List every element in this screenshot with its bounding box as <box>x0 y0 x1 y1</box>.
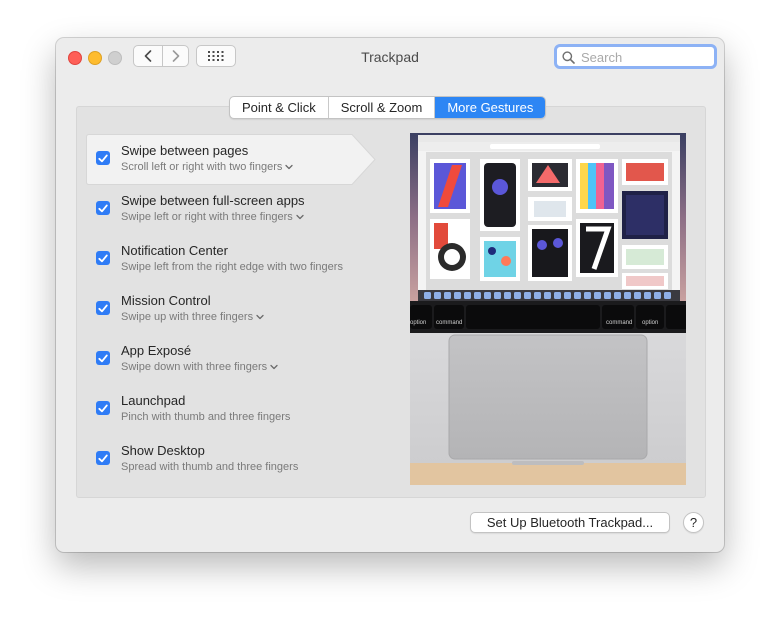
search-input[interactable] <box>579 48 713 67</box>
tab-bar: Point & Click Scroll & Zoom More Gesture… <box>229 96 547 119</box>
checkmark-icon <box>98 254 108 262</box>
key-option-right: option <box>642 320 658 326</box>
gesture-subtitle: Swipe down with three fingers <box>121 361 268 373</box>
checkbox-show-desktop[interactable] <box>96 451 110 465</box>
gesture-subtitle: Swipe left from the right edge with two … <box>121 261 343 273</box>
search-icon <box>562 51 575 64</box>
gesture-title: Notification Center <box>121 243 228 258</box>
chevron-down-icon <box>296 214 304 220</box>
gesture-option-dropdown[interactable]: Swipe left or right with three fingers <box>121 211 304 223</box>
chevron-down-icon <box>270 364 278 370</box>
gesture-option-dropdown[interactable]: Scroll left or right with two fingers <box>121 161 294 173</box>
gesture-subtitle: Scroll left or right with two fingers <box>121 161 283 173</box>
checkmark-icon <box>98 154 108 162</box>
help-button[interactable]: ? <box>683 512 704 533</box>
gesture-row[interactable]: Mission Control Swipe up with three fing… <box>96 286 386 330</box>
gesture-row[interactable]: Swipe between full-screen apps Swipe lef… <box>96 186 386 230</box>
key-option-left: option <box>410 320 426 326</box>
checkmark-icon <box>98 404 108 412</box>
checkbox-mission-control[interactable] <box>96 301 110 315</box>
checkmark-icon <box>98 304 108 312</box>
checkbox-app-expose[interactable] <box>96 351 110 365</box>
gesture-option-dropdown[interactable]: Swipe up with three fingers <box>121 311 264 323</box>
gesture-subtitle: Spread with thumb and three fingers <box>121 461 299 473</box>
gesture-row[interactable]: App Exposé Swipe down with three fingers <box>96 336 386 380</box>
gesture-preview-video: option command command option <box>410 133 686 485</box>
gesture-row[interactable]: Notification Center Swipe left from the … <box>96 236 386 280</box>
checkmark-icon <box>98 354 108 362</box>
gesture-subtitle: Swipe left or right with three fingers <box>121 211 293 223</box>
gesture-option-dropdown[interactable]: Swipe down with three fingers <box>121 361 278 373</box>
preferences-window: Trackpad Point & Click Scroll & Zoom Mor… <box>56 38 724 552</box>
tab-point-click[interactable]: Point & Click <box>230 97 329 118</box>
gesture-title: Launchpad <box>121 393 186 408</box>
checkbox-launchpad[interactable] <box>96 401 110 415</box>
checkbox-swipe-full-screen-apps[interactable] <box>96 201 110 215</box>
setup-bluetooth-trackpad-button[interactable]: Set Up Bluetooth Trackpad... <box>470 512 670 533</box>
gesture-subtitle: Pinch with thumb and three fingers <box>121 411 291 423</box>
tab-more-gestures[interactable]: More Gestures <box>435 97 546 118</box>
title-bar: Trackpad <box>56 38 724 76</box>
checkmark-icon <box>98 204 108 212</box>
gesture-title: Show Desktop <box>121 443 205 458</box>
key-command-right: command <box>606 320 632 326</box>
gesture-row[interactable]: Show Desktop Spread with thumb and three… <box>96 436 386 480</box>
chevron-down-icon <box>285 164 294 170</box>
tab-scroll-zoom[interactable]: Scroll & Zoom <box>329 97 436 118</box>
trackpad-demo-image: option command command option <box>410 133 686 485</box>
gesture-row[interactable]: Launchpad Pinch with thumb and three fin… <box>96 386 386 430</box>
checkmark-icon <box>98 454 108 462</box>
search-field[interactable] <box>554 44 717 69</box>
gesture-title: App Exposé <box>121 343 192 358</box>
gesture-title: Swipe between pages <box>121 143 249 158</box>
checkbox-notification-center[interactable] <box>96 251 110 265</box>
key-command-left: command <box>436 320 462 326</box>
chevron-down-icon <box>256 314 264 320</box>
gesture-row[interactable]: Swipe between pages Scroll left or right… <box>96 136 386 180</box>
checkbox-swipe-pages[interactable] <box>96 151 110 165</box>
gesture-title: Mission Control <box>121 293 211 308</box>
gesture-title: Swipe between full-screen apps <box>121 193 305 208</box>
gesture-subtitle: Swipe up with three fingers <box>121 311 254 323</box>
